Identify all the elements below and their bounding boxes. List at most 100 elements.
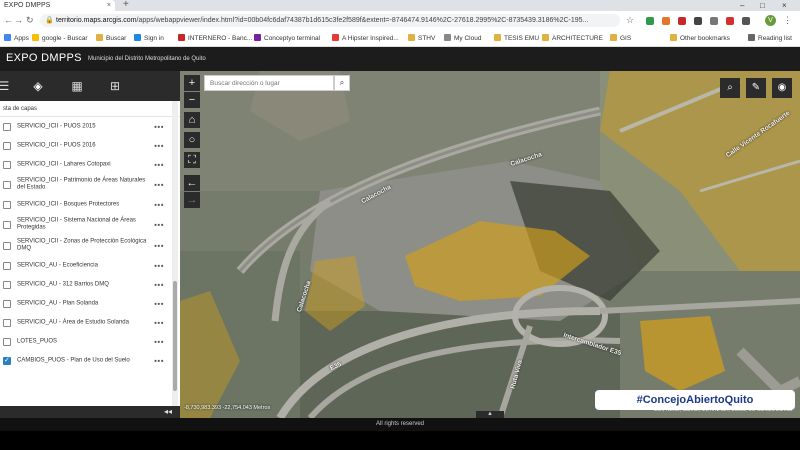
add-data-icon[interactable]: ⊞ <box>105 76 125 96</box>
layer-options-icon[interactable]: ••• <box>154 241 164 250</box>
layer-options-icon[interactable]: ••• <box>154 122 164 131</box>
maximize-icon[interactable]: □ <box>760 0 765 11</box>
zoom-in-button[interactable]: + <box>184 75 200 91</box>
layer-row[interactable]: SERVICIO_ICII - Bosques Protectores ••• <box>0 195 170 214</box>
layer-options-icon[interactable]: ••• <box>154 200 164 209</box>
extensions-puzzle-icon[interactable] <box>742 17 750 25</box>
view-eye-icon[interactable]: ◉ <box>772 78 792 98</box>
layers-icon[interactable]: ◈ <box>28 76 48 96</box>
reading-list[interactable]: Reading list <box>748 34 792 43</box>
layer-options-icon[interactable]: ••• <box>154 160 164 169</box>
extension-icon[interactable] <box>710 17 718 25</box>
layer-row[interactable]: SERVICIO_ICII - Sistema Nacional de Área… <box>0 214 170 235</box>
layer-checkbox[interactable] <box>3 261 11 270</box>
fullscreen-icon[interactable]: ⛶ <box>184 152 200 168</box>
collapse-panel-icon[interactable]: ◂◂ <box>164 406 172 418</box>
new-tab-icon[interactable]: + <box>123 0 129 10</box>
extension-icon[interactable] <box>678 17 686 25</box>
layer-row[interactable]: SERVICIO_ICII - PUOS 2016 ••• <box>0 136 170 155</box>
layer-checkbox[interactable] <box>3 241 11 250</box>
layer-checkbox[interactable] <box>3 141 11 150</box>
bookmark-item[interactable]: ARCHITECTURE <box>542 34 603 43</box>
bookmark-item[interactable]: TESIS EMU <box>494 34 539 43</box>
coordinates-readout: -8,730,983.393 -22,754.043 Metros <box>184 405 271 411</box>
layer-row[interactable]: SERVICIO_ICII - Patrimonio de Áreas Natu… <box>0 174 170 195</box>
attribute-table-toggle[interactable]: ▲ <box>476 411 504 418</box>
layer-list-panel: sta de capas SERVICIO_ICII - PUOS 2015 ••… <box>0 101 180 406</box>
layer-checkbox[interactable] <box>3 337 11 346</box>
extension-icon[interactable] <box>646 17 654 25</box>
basemap-grid-icon[interactable]: ▦ <box>67 76 87 96</box>
search-input[interactable] <box>204 75 334 91</box>
extension-icon[interactable] <box>662 17 670 25</box>
layer-row[interactable]: LOTES_PUOS ••• <box>0 332 170 351</box>
close-tab-icon[interactable]: × <box>107 0 111 11</box>
bookmark-item[interactable]: A Hipster Inspired... <box>332 34 399 43</box>
bookmark-star-icon[interactable]: ☆ <box>626 14 634 27</box>
layer-checkbox[interactable] <box>3 280 11 289</box>
layer-list-scrollbar[interactable] <box>172 101 178 406</box>
previous-extent-icon[interactable]: ← <box>184 175 200 191</box>
layer-options-icon[interactable]: ••• <box>154 180 164 189</box>
bookmark-item[interactable]: Buscar <box>96 34 126 43</box>
browser-tab[interactable]: EXPO DMPPS × <box>0 0 115 11</box>
layer-checkbox[interactable] <box>3 180 11 189</box>
reload-icon[interactable]: ↻ <box>26 14 34 27</box>
layer-options-icon[interactable]: ••• <box>154 261 164 270</box>
map-view[interactable]: Calacocha Calacocha Calacocha Intercambi… <box>180 71 800 418</box>
bookmark-item[interactable]: Conceptyo terminal <box>254 34 320 43</box>
layer-row[interactable]: SERVICIO_ICII - Zonas de Protección Ecol… <box>0 235 170 256</box>
back-icon[interactable]: ← <box>4 14 13 27</box>
scroll-thumb[interactable] <box>173 281 177 391</box>
address-bar[interactable]: 🔒 territorio.maps.arcgis.com/apps/webapp… <box>40 14 620 27</box>
bookmark-item[interactable]: INTERNERO - Banc... <box>178 34 252 43</box>
layer-options-icon[interactable]: ••• <box>154 141 164 150</box>
locate-icon[interactable]: ○ <box>184 132 200 148</box>
layer-checkbox[interactable] <box>3 318 11 327</box>
layer-checkbox[interactable] <box>3 299 11 308</box>
layer-checkbox[interactable] <box>3 200 11 209</box>
layer-row[interactable]: SERVICIO_AU - Plan Solanda ••• <box>0 294 170 313</box>
layer-options-icon[interactable]: ••• <box>154 280 164 289</box>
app-subtitle: Municipio del Distrito Metropolitano de … <box>88 56 206 62</box>
hashtag-overlay: #ConcejoAbiertoQuito <box>595 390 795 410</box>
minimize-icon[interactable]: – <box>740 0 744 11</box>
forward-icon[interactable]: → <box>14 14 23 27</box>
draw-pencil-icon[interactable]: ✎ <box>746 78 766 98</box>
layer-row[interactable]: SERVICIO_AU - Ecoeficiencia ••• <box>0 256 170 275</box>
layer-options-icon[interactable]: ••• <box>154 299 164 308</box>
home-icon[interactable]: ⌂ <box>184 112 200 128</box>
search-icon[interactable]: ⌕ <box>334 75 350 91</box>
bookmark-item[interactable]: Apps <box>4 34 29 43</box>
layer-list-header: sta de capas <box>0 101 180 117</box>
query-icon[interactable]: ⌕ <box>720 78 740 98</box>
layer-checkbox[interactable] <box>3 122 11 131</box>
layer-row[interactable]: SERVICIO_AU - 312 Barrios DMQ ••• <box>0 275 170 294</box>
browser-menu-icon[interactable]: ⋮ <box>783 14 792 27</box>
bookmark-item[interactable]: STHV <box>408 34 435 43</box>
bookmark-item[interactable]: google - Buscar <box>32 34 88 43</box>
layer-checkbox-checked[interactable] <box>3 356 11 365</box>
layer-row[interactable]: SERVICIO_ICII - Lahares Cotopaxi ••• <box>0 155 170 174</box>
layer-row[interactable]: SERVICIO_AU - Área de Estudio Solanda ••• <box>0 313 170 332</box>
next-extent-icon[interactable]: → <box>184 192 200 208</box>
layer-checkbox[interactable] <box>3 220 11 229</box>
profile-avatar[interactable]: V <box>765 15 776 26</box>
url-path: /apps/webappviewer/index.html?id=00b04fc… <box>136 17 589 24</box>
layer-row[interactable]: CAMBIOS_PUOS - Plan de Uso del Suelo••• <box>0 351 170 370</box>
extension-icon[interactable] <box>694 17 702 25</box>
menu-icon[interactable]: ☰ <box>0 76 14 96</box>
bookmark-item[interactable]: My Cloud <box>444 34 481 43</box>
bookmark-item[interactable]: GIS <box>610 34 631 43</box>
layer-options-icon[interactable]: ••• <box>154 337 164 346</box>
layer-row[interactable]: SERVICIO_ICII - PUOS 2015 ••• <box>0 117 170 136</box>
layer-options-icon[interactable]: ••• <box>154 220 164 229</box>
bookmark-item[interactable]: Sign in <box>134 34 164 43</box>
layer-options-icon[interactable]: ••• <box>154 318 164 327</box>
zoom-out-button[interactable]: − <box>184 92 200 108</box>
layer-options-icon[interactable]: ••• <box>154 356 164 365</box>
layer-checkbox[interactable] <box>3 160 11 169</box>
close-window-icon[interactable]: × <box>782 0 787 11</box>
other-bookmarks[interactable]: Other bookmarks <box>670 34 730 43</box>
extension-icon[interactable] <box>726 17 734 25</box>
